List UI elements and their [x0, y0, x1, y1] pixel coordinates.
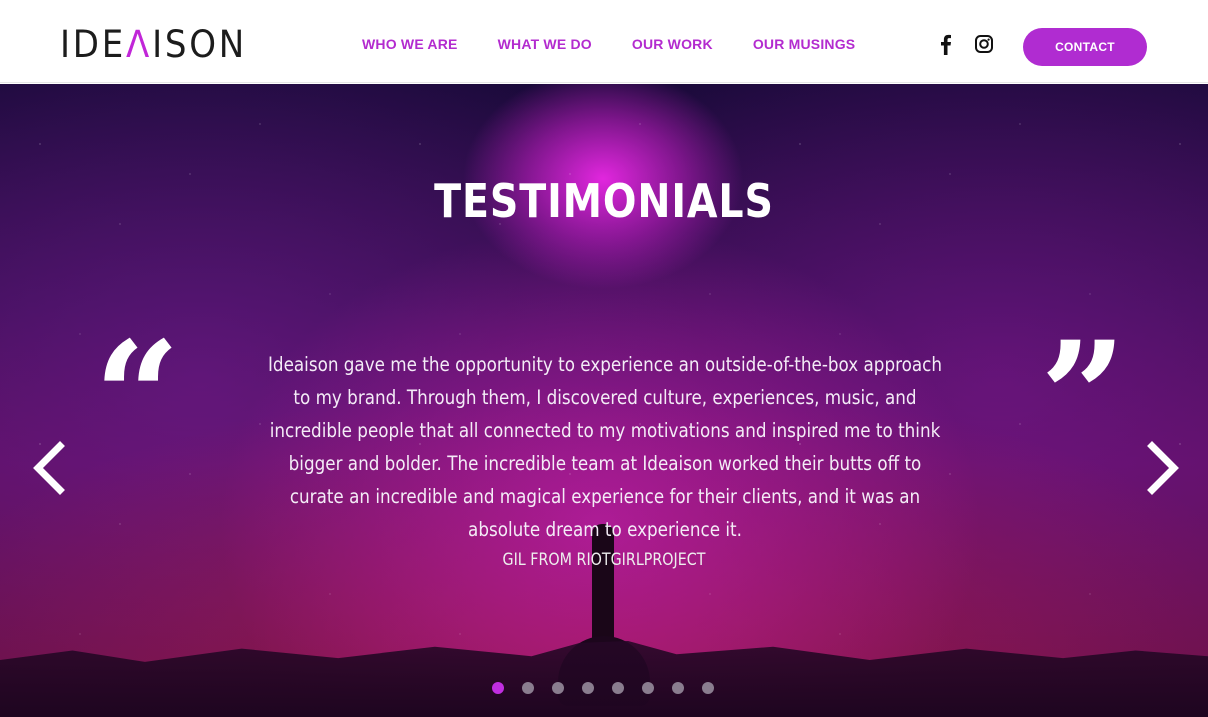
- logo-text-start: IDE: [60, 22, 127, 66]
- contact-button[interactable]: CONTACT: [1023, 28, 1147, 66]
- close-quote-icon: ”: [1040, 309, 1127, 485]
- site-header: IDE Λ ISON WHO WE ARE WHAT WE DO OUR WORK …: [0, 0, 1208, 83]
- pagination-dot-7[interactable]: [672, 682, 684, 694]
- logo-accent: Λ: [126, 22, 153, 66]
- nav-what-we-do[interactable]: WHAT WE DO: [498, 36, 592, 52]
- chevron-right-icon[interactable]: [1142, 440, 1182, 496]
- nav-our-musings[interactable]: OUR MUSINGS: [753, 36, 856, 52]
- testimonial-author: GIL FROM RIOTGIRLPROJECT: [502, 550, 706, 570]
- testimonials-section: TESTIMONIALS “ ” Ideaison gave me the op…: [0, 84, 1208, 717]
- ideaison-logo[interactable]: IDE Λ ISON: [60, 22, 247, 66]
- facebook-icon[interactable]: [936, 33, 956, 55]
- chevron-left-icon[interactable]: [30, 440, 70, 496]
- open-quote-icon: “: [94, 309, 181, 485]
- slider-pagination: [492, 682, 714, 694]
- pagination-dot-6[interactable]: [642, 682, 654, 694]
- section-title: TESTIMONIALS: [434, 174, 774, 228]
- pagination-dot-2[interactable]: [522, 682, 534, 694]
- main-nav: WHO WE ARE WHAT WE DO OUR WORK OUR MUSIN…: [362, 36, 855, 52]
- instagram-icon[interactable]: [974, 33, 994, 55]
- pagination-dot-8[interactable]: [702, 682, 714, 694]
- pagination-dot-3[interactable]: [552, 682, 564, 694]
- logo-text-end: ISON: [152, 22, 248, 66]
- social-links: [936, 33, 994, 55]
- pagination-dot-4[interactable]: [582, 682, 594, 694]
- pagination-dot-1[interactable]: [492, 682, 504, 694]
- nav-our-work[interactable]: OUR WORK: [632, 36, 713, 52]
- pagination-dot-5[interactable]: [612, 682, 624, 694]
- nav-who-we-are[interactable]: WHO WE ARE: [362, 36, 458, 52]
- testimonial-quote: Ideaison gave me the opportunity to expe…: [267, 353, 943, 541]
